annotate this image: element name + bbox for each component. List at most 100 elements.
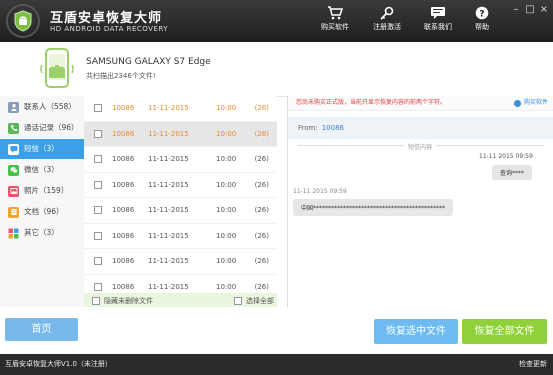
row-number: 10086 bbox=[112, 180, 135, 189]
sidebar-item-photos[interactable]: 照片（159） bbox=[0, 181, 84, 201]
recover-all-button[interactable]: 恢复全部文件 bbox=[462, 319, 547, 344]
register-activate-button[interactable]: 注册激活 bbox=[365, 6, 409, 32]
row-date: 11-11-2015 bbox=[148, 257, 189, 266]
buy-link-label: 购买软件 bbox=[523, 99, 548, 106]
sidebar-item-label: 联系人（558） bbox=[24, 102, 76, 111]
sidebar-item-call-log[interactable]: 通话记录（96） bbox=[0, 118, 84, 138]
row-time: 10:00 bbox=[216, 231, 237, 240]
close-button[interactable]: × bbox=[538, 4, 550, 15]
received-timestamp: 11-11 2015 09:59 bbox=[293, 188, 347, 195]
android-device-icon bbox=[38, 47, 78, 93]
version-label: 互盾安卓恢复大师V1.0（未注册） bbox=[5, 360, 112, 368]
photo-icon bbox=[8, 185, 19, 197]
document-icon bbox=[8, 206, 19, 218]
section-label: 短信内容 bbox=[404, 142, 437, 151]
sidebar-item-label: 照片（159） bbox=[24, 186, 69, 195]
sent-timestamp: 11-11 2015 09:59 bbox=[479, 153, 533, 160]
buy-software-label: 购买软件 bbox=[321, 23, 349, 31]
sidebar-item-sms[interactable]: 短信（3） bbox=[0, 139, 84, 159]
row-time: 10:00 bbox=[216, 155, 237, 164]
app-title: 互盾安卓恢复大师 bbox=[50, 11, 163, 26]
row-count: (26) bbox=[254, 206, 269, 215]
buy-software-button[interactable]: 购买软件 bbox=[313, 6, 357, 32]
hide-deleted-checkbox[interactable] bbox=[92, 297, 100, 305]
hide-deleted-label: 隐藏未删除文件 bbox=[104, 297, 153, 305]
contact-us-button[interactable]: 联系我们 bbox=[416, 6, 460, 32]
list-item[interactable]: 10086 11-11-2015 10:00 (26) bbox=[84, 249, 277, 275]
row-count: (26) bbox=[254, 129, 269, 138]
message-detail-panel: 您尚未购买正式版，当前只显示恢复内容的前两个字符。 购买软件 From: 1008… bbox=[287, 96, 553, 307]
recover-selected-button[interactable]: 恢复选中文件 bbox=[374, 319, 458, 344]
row-date: 11-11-2015 bbox=[148, 282, 189, 291]
maximize-button[interactable]: □ bbox=[524, 4, 536, 15]
row-checkbox[interactable] bbox=[94, 257, 102, 266]
row-checkbox[interactable] bbox=[94, 129, 102, 138]
buy-software-link[interactable]: 购买软件 bbox=[513, 96, 548, 110]
row-checkbox[interactable] bbox=[94, 104, 102, 113]
help-button[interactable]: ? 帮助 bbox=[460, 6, 504, 32]
trial-notice: 您尚未购买正式版，当前只显示恢复内容的前两个字符。 购买软件 bbox=[288, 96, 553, 111]
list-footer: 隐藏未删除文件 选择全部 bbox=[84, 293, 277, 307]
device-info-panel: SAMSUNG GALAXY S7 Edge 共扫描出2346个文件! bbox=[0, 42, 553, 97]
row-count: (26) bbox=[254, 180, 269, 189]
row-time: 10:00 bbox=[216, 282, 237, 291]
minimize-button[interactable]: – bbox=[510, 4, 522, 15]
scan-result: 共扫描出2346个文件! bbox=[86, 72, 156, 80]
help-icon: ? bbox=[475, 6, 489, 20]
row-checkbox[interactable] bbox=[94, 231, 102, 240]
row-time: 10:00 bbox=[216, 257, 237, 266]
info-icon bbox=[513, 99, 521, 107]
row-time: 10:00 bbox=[216, 180, 237, 189]
row-number: 10086 bbox=[112, 104, 135, 113]
row-date: 11-11-2015 bbox=[148, 129, 189, 138]
list-item[interactable]: 10086 11-11-2015 10:00 (26) bbox=[84, 147, 277, 173]
hide-deleted-toggle[interactable]: 隐藏未删除文件 bbox=[92, 296, 153, 306]
help-label: 帮助 bbox=[475, 23, 489, 31]
trial-notice-text: 您尚未购买正式版，当前只显示恢复内容的前两个字符。 bbox=[296, 99, 447, 106]
row-count: (26) bbox=[254, 155, 269, 164]
select-all-toggle[interactable]: 选择全部 bbox=[234, 296, 274, 306]
list-item[interactable]: 10086 11-11-2015 10:00 (26) bbox=[84, 173, 277, 198]
status-bar: 互盾安卓恢复大师V1.0（未注册） 检查更新 bbox=[0, 354, 553, 375]
list-item[interactable]: 10086 11-11-2015 10:00 (26) bbox=[84, 198, 277, 224]
row-date: 11-11-2015 bbox=[148, 104, 189, 113]
row-number: 10086 bbox=[112, 206, 135, 215]
home-button[interactable]: 首页 bbox=[5, 318, 78, 341]
list-item[interactable]: 10086 11-11-2015 10:00 (26) bbox=[84, 121, 277, 147]
row-time: 10:00 bbox=[216, 206, 237, 215]
sent-message-bubble: 查询**** bbox=[492, 165, 533, 180]
select-all-checkbox[interactable] bbox=[234, 297, 242, 305]
contacts-icon bbox=[8, 101, 19, 113]
row-number: 10086 bbox=[112, 257, 135, 266]
list-item[interactable]: 10086 11-11-2015 10:00 (26) bbox=[84, 96, 277, 122]
sidebar-item-documents[interactable]: 文档（96） bbox=[0, 202, 84, 222]
title-bar: 互盾安卓恢复大师 HD ANDROID DATA RECOVERY 购买软件 注… bbox=[0, 0, 553, 42]
row-checkbox[interactable] bbox=[94, 282, 102, 291]
android-shield-icon bbox=[14, 10, 32, 32]
row-checkbox[interactable] bbox=[94, 180, 102, 189]
svg-text:?: ? bbox=[479, 10, 484, 20]
check-update-link[interactable]: 检查更新 bbox=[519, 354, 547, 375]
row-number: 10086 bbox=[112, 155, 135, 164]
sidebar-item-label: 文档（96） bbox=[24, 207, 64, 216]
from-label: From: bbox=[298, 124, 318, 132]
wechat-icon bbox=[8, 164, 19, 176]
row-checkbox[interactable] bbox=[94, 155, 102, 164]
select-all-label: 选择全部 bbox=[246, 297, 274, 305]
sidebar-item-label: 短信（3） bbox=[24, 144, 59, 153]
from-value: 10086 bbox=[321, 124, 344, 132]
sidebar-item-other[interactable]: 其它（3） bbox=[0, 223, 84, 243]
row-date: 11-11-2015 bbox=[148, 180, 189, 189]
list-item[interactable]: 10086 11-11-2015 10:00 (26) bbox=[84, 224, 277, 249]
sidebar-item-label: 其它（3） bbox=[24, 228, 59, 237]
row-count: (26) bbox=[254, 282, 269, 291]
row-checkbox[interactable] bbox=[94, 206, 102, 215]
row-number: 10086 bbox=[112, 282, 135, 291]
row-number: 10086 bbox=[112, 129, 135, 138]
sidebar-item-contacts[interactable]: 联系人（558） bbox=[0, 97, 84, 117]
row-time: 10:00 bbox=[216, 129, 237, 138]
app-logo bbox=[6, 4, 40, 38]
contact-us-label: 联系我们 bbox=[424, 23, 452, 31]
sidebar-item-wechat[interactable]: 微信（3） bbox=[0, 160, 84, 180]
row-count: (26) bbox=[254, 257, 269, 266]
